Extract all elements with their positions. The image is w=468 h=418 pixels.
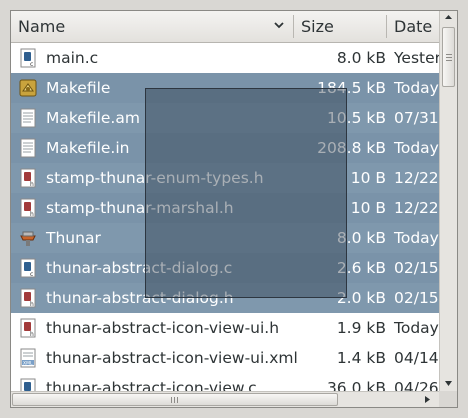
c-header-icon: h (18, 288, 38, 308)
column-header-bar: Name Size Date (11, 11, 439, 43)
horizontal-scroll-thumb[interactable] (12, 393, 338, 406)
file-date: Yesterday (394, 49, 439, 67)
file-manager-window: Name Size Date c main.c 8.0 kB Yesterday Mak… (0, 0, 468, 418)
file-name: thunar-abstract-icon-view-ui.h (46, 319, 280, 337)
grip-line (446, 60, 452, 61)
executable-icon (18, 228, 38, 248)
rubberband-selection (145, 88, 347, 298)
file-date: 07/31 (394, 109, 439, 127)
grip-line (446, 57, 452, 58)
file-date: 04/14 (394, 349, 439, 367)
file-date: 12/22 (394, 199, 439, 217)
vertical-scrollbar[interactable] (439, 11, 457, 391)
c-header-icon: h (18, 318, 38, 338)
vertical-scroll-thumb[interactable] (442, 27, 455, 87)
size-column-label: Size (301, 17, 334, 36)
file-row[interactable]: c main.c 8.0 kB Yesterday (11, 43, 439, 73)
svg-text:c: c (30, 61, 33, 68)
file-name: Makefile.am (46, 109, 140, 127)
file-date: Today (394, 319, 439, 337)
file-name: Makefile.in (46, 139, 130, 157)
scroll-down-arrow-icon[interactable] (444, 379, 453, 391)
svg-text:h: h (30, 211, 34, 218)
file-size: 36.0 kB (326, 379, 386, 393)
file-row[interactable]: cthunar-abstract-icon-view.c36.0 kB04/26 (11, 373, 439, 393)
file-date: 12/22 (394, 169, 439, 187)
file-date: Today (394, 139, 439, 157)
file-row[interactable]: XML thunar-abstract-icon-view-ui.xml 1.4 k… (11, 343, 439, 373)
file-date: 02/15 (394, 289, 439, 307)
file-date: Today (394, 79, 439, 97)
file-name: thunar-abstract-icon-view.c (46, 379, 257, 393)
date-column-label: Date (394, 17, 433, 36)
grip-line (446, 54, 452, 55)
c-header-icon: h (18, 198, 38, 218)
text-file-icon (18, 138, 38, 158)
svg-text:h: h (30, 181, 34, 188)
c-source-icon: c (18, 48, 38, 68)
scroll-right-arrow-icon[interactable] (423, 395, 432, 407)
size-column-header[interactable]: Size (294, 11, 386, 42)
file-size: 1.4 kB (336, 349, 386, 367)
svg-text:h: h (30, 301, 34, 308)
grip-line (171, 397, 172, 403)
file-name: thunar-abstract-icon-view-ui.xml (46, 349, 298, 367)
name-column-label: Name (18, 17, 66, 36)
file-name: Makefile (46, 79, 111, 97)
file-date: 02/15 (394, 259, 439, 277)
file-date: Today (394, 229, 439, 247)
grip-line (177, 397, 178, 403)
grip-line (174, 397, 175, 403)
details-view[interactable]: Name Size Date c main.c 8.0 kB Yesterday Mak… (10, 10, 458, 408)
sort-descending-icon (273, 19, 285, 34)
file-size: 1.9 kB (336, 319, 386, 337)
scroll-up-arrow-icon[interactable] (444, 13, 453, 25)
file-row[interactable]: h thunar-abstract-icon-view-ui.h 1.9 kB Tod… (11, 313, 439, 343)
scrollbar-corner (439, 391, 457, 407)
c-header-icon: h (18, 168, 38, 188)
c-source-icon: c (18, 258, 38, 278)
xml-file-icon: XML (18, 348, 38, 368)
horizontal-scrollbar[interactable] (11, 391, 439, 407)
file-size: 8.0 kB (336, 49, 386, 67)
text-file-icon (18, 108, 38, 128)
svg-text:XML: XML (23, 361, 33, 367)
svg-text:c: c (30, 271, 33, 278)
file-date: 04/26 (394, 379, 439, 393)
makefile-icon (18, 78, 38, 98)
name-column-header[interactable]: Name (11, 11, 293, 42)
file-name: main.c (46, 49, 99, 67)
date-column-header[interactable]: Date (387, 11, 439, 42)
svg-text:h: h (30, 331, 34, 338)
file-name: Thunar (46, 229, 101, 247)
